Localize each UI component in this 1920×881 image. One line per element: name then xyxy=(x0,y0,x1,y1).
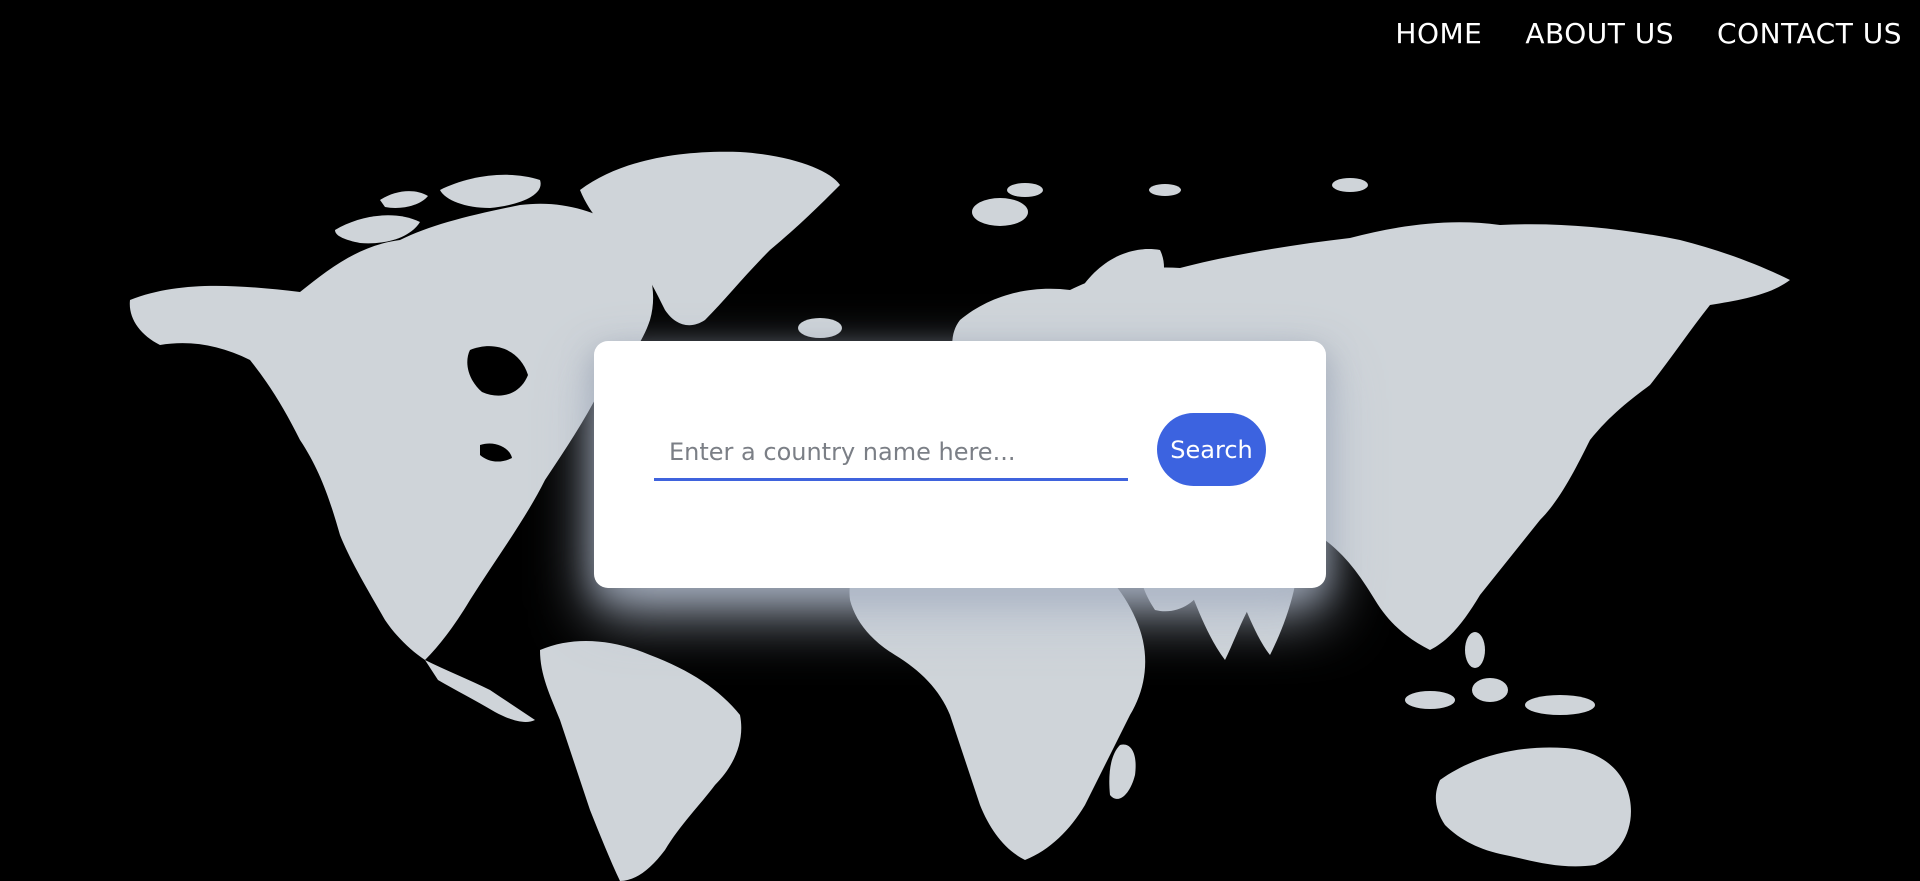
australia-landmass xyxy=(1435,747,1631,867)
search-button[interactable]: Search xyxy=(1157,413,1266,486)
south-america-landmass xyxy=(540,640,742,881)
north-america-landmass xyxy=(129,203,654,661)
top-nav: HOME ABOUT US CONTACT US xyxy=(1395,14,1902,54)
country-search-input[interactable] xyxy=(654,425,1128,481)
nav-home-link[interactable]: HOME xyxy=(1395,14,1482,54)
search-card: Search xyxy=(594,341,1326,588)
madagascar-landmass xyxy=(1109,744,1136,799)
central-america-landmass xyxy=(425,660,535,723)
page: HOME ABOUT US CONTACT US Search xyxy=(0,0,1920,881)
nav-about-us-link[interactable]: ABOUT US xyxy=(1525,14,1674,54)
nav-contact-us-link[interactable]: CONTACT US xyxy=(1717,14,1902,54)
